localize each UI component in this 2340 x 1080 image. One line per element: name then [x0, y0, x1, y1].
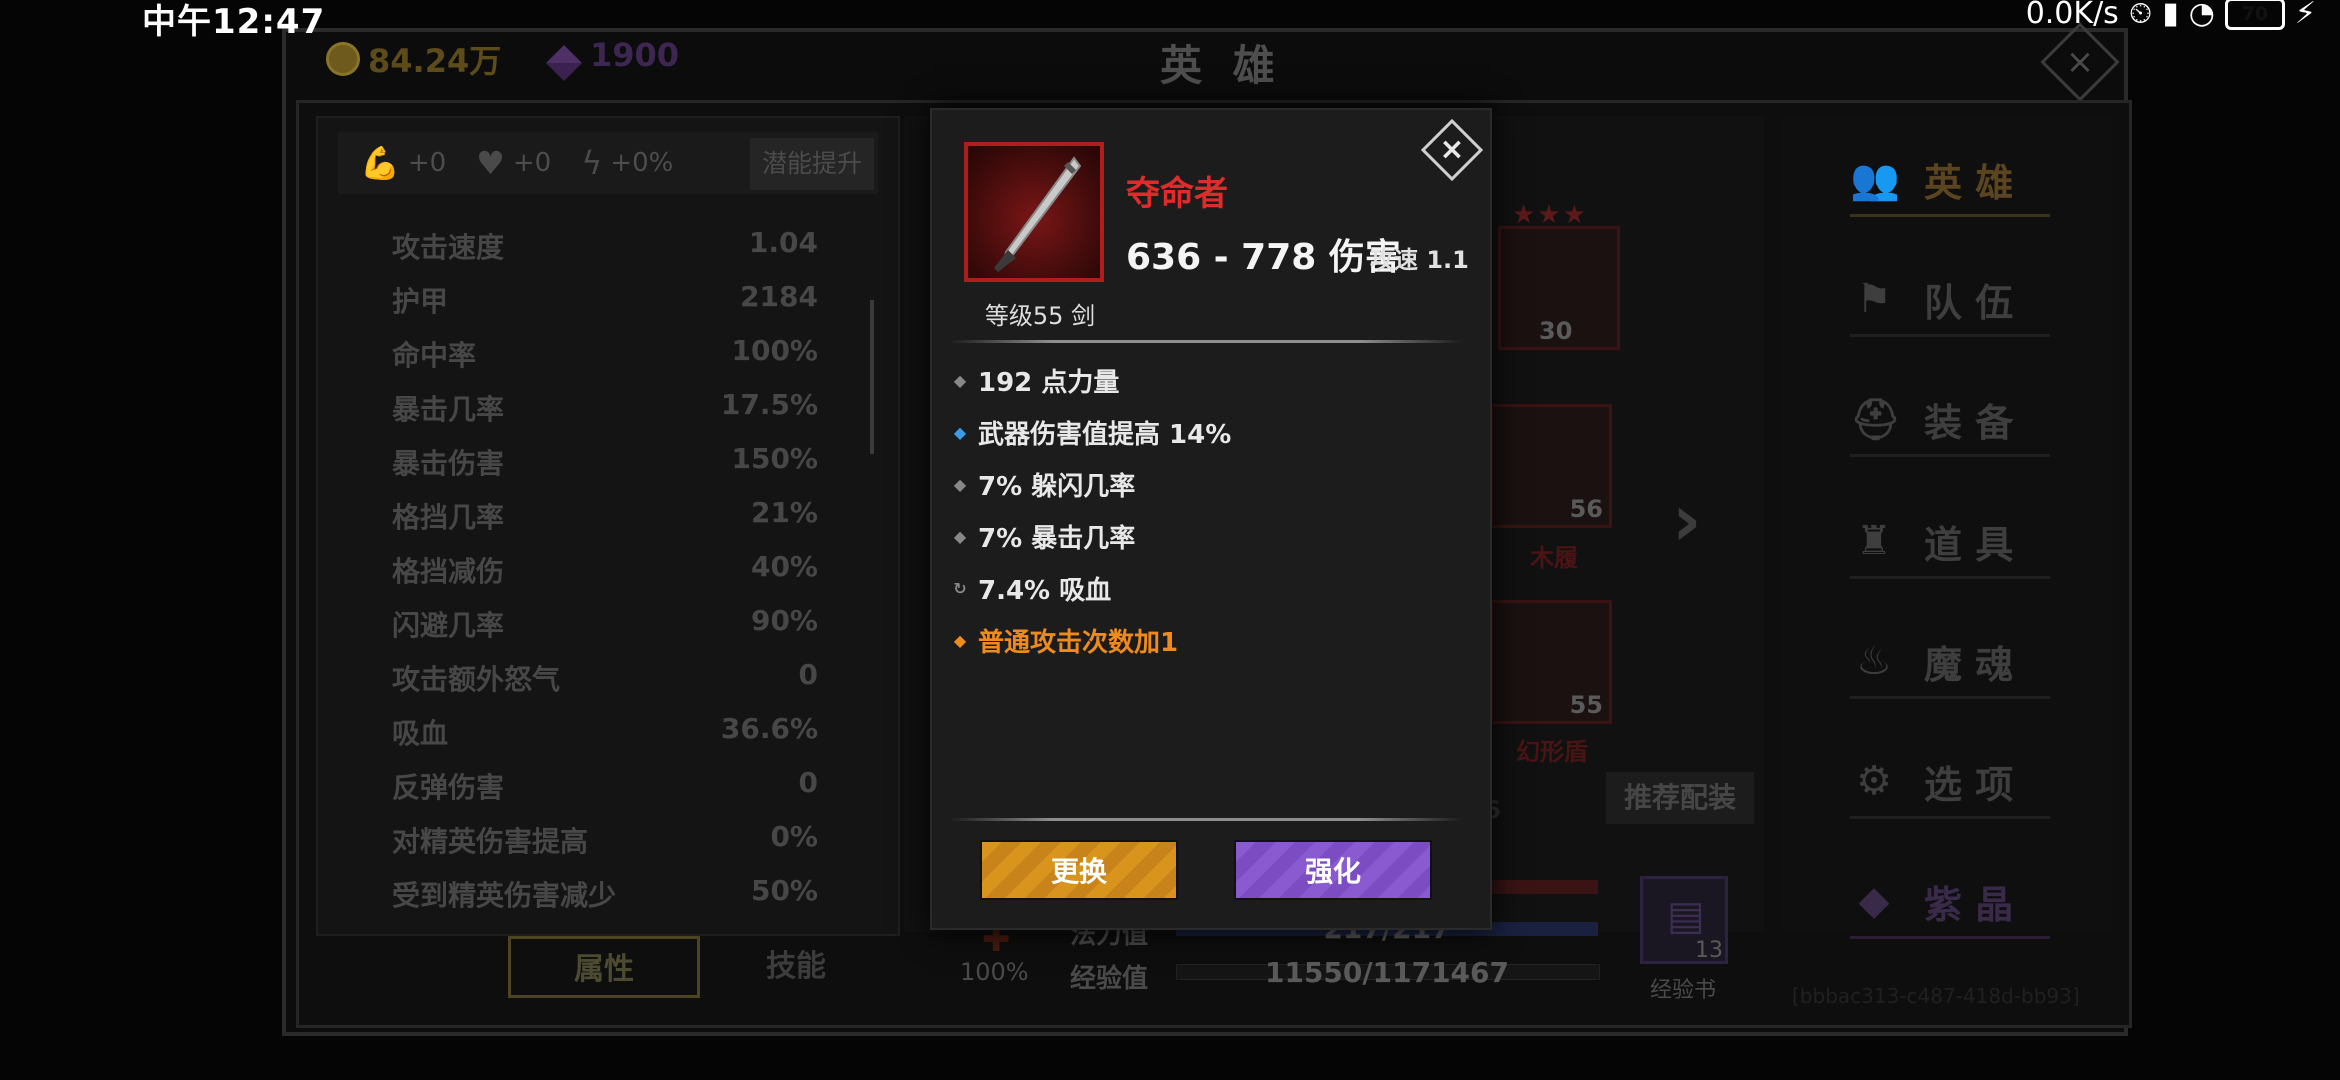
attr-line: ◆ 普通攻击次数加1 [953, 628, 1179, 658]
stat-row: 暴击几率 17.5% [392, 388, 818, 426]
gold-amount: 84.24万 [368, 42, 502, 80]
users-icon: 👥 [1850, 156, 1900, 203]
diamond-icon: ◆ [953, 527, 967, 546]
menu-soul[interactable]: ♨ 魔 魂 [1850, 626, 2050, 699]
gold-counter: 84.24万 [326, 36, 501, 82]
attr-line: ◆ 7% 暴击几率 [953, 524, 1136, 554]
stat-row: 护甲 2184 [392, 280, 818, 318]
weapon-attack-speed: 攻速 1.1 [1370, 246, 1469, 274]
menu-hero[interactable]: 👥 英 雄 [1850, 144, 2050, 217]
speed-buff: ϟ +0% [581, 144, 674, 182]
attr-line: ◆ 武器伤害值提高 14% [953, 420, 1232, 450]
gem-counter: 1900 [546, 36, 680, 81]
stats-scrollbar[interactable] [870, 300, 874, 454]
tab-skills[interactable]: 技能 [740, 936, 852, 998]
menu-team[interactable]: ⚑ 队 伍 [1850, 264, 2050, 337]
item-name: 木履 [1530, 544, 1578, 572]
helmet-icon: ⛑ [1850, 396, 1901, 443]
equipment-slot[interactable]: 56 [1490, 404, 1612, 528]
exp-book-item[interactable]: ▤ 13 [1640, 876, 1728, 964]
gem-amount: 1900 [590, 36, 680, 74]
lightning-icon: ϟ [581, 144, 603, 182]
enhance-button[interactable]: 强化 [1234, 840, 1432, 900]
charging-icon: ⚡ [2294, 0, 2316, 31]
exp-value: 11550/1171467 [1264, 956, 1509, 989]
weapon-icon [964, 142, 1104, 282]
menu-items[interactable]: ♜ 道 具 [1850, 506, 2050, 579]
status-bar: 中午12:47 0.0K/s ⏲ ▮ ◔ 70 ⚡ [0, 0, 2340, 42]
attr-line: ↻ 7.4% 吸血 [953, 576, 1112, 606]
diamond-icon: ◆ [953, 631, 967, 650]
stat-row: 对精英伤害提高 0% [392, 820, 818, 858]
strength-buff: 💪 +0 [360, 144, 447, 182]
diamond-icon: ◆ [953, 423, 967, 442]
next-arrow-icon[interactable]: › [1672, 478, 1702, 562]
flame-icon: ♨ [1856, 638, 1892, 684]
menu-equipment[interactable]: ⛑ 装 备 [1850, 384, 2050, 457]
debug-id: [bbbac313-c487-418d-bb93] [1792, 984, 2080, 1008]
recommend-gear-button[interactable]: 推荐配装 [1606, 772, 1754, 824]
refresh-icon: ↻ [953, 579, 967, 598]
stat-row: 受到精英伤害减少 50% [392, 874, 818, 912]
stat-row: 格挡减伤 40% [392, 550, 818, 588]
weapon-level: 等级55 剑 [984, 302, 1096, 330]
exp-book-label: 经验书 [1650, 978, 1717, 1003]
potential-button[interactable]: 潜能提升 [750, 138, 874, 190]
stat-row: 闪避几率 90% [392, 604, 818, 642]
replace-button[interactable]: 更换 [980, 840, 1178, 900]
stat-row: 暴击伤害 150% [392, 442, 818, 480]
status-right: 0.0K/s ⏲ ▮ ◔ 70 ⚡ [2026, 0, 2316, 31]
diamond-icon: ◆ [953, 475, 967, 494]
close-icon: × [1439, 132, 1465, 167]
weapon-damage: 636 - 778 伤害 [1126, 237, 1401, 278]
stat-row: 攻击额外怒气 0 [392, 658, 818, 696]
tab-attributes[interactable]: 属性 [508, 936, 700, 998]
gear-icon: ⚙ [1856, 758, 1892, 804]
diamond-icon: ◆ [953, 371, 967, 390]
signal-icon: ▮ [2162, 0, 2179, 31]
stat-row: 命中率 100% [392, 334, 818, 372]
attr-line: ◆ 7% 躲闪几率 [953, 472, 1136, 502]
divider [950, 818, 1462, 821]
attr-line: ◆ 192 点力量 [953, 368, 1120, 398]
net-speed: 0.0K/s [2025, 0, 2119, 31]
menu-options[interactable]: ⚙ 选 项 [1850, 746, 2050, 819]
close-icon: × [2065, 42, 2095, 82]
wifi-icon: ◔ [2188, 0, 2215, 31]
stat-row: 吸血 36.6% [392, 712, 818, 750]
page-title: 英 雄 [1160, 41, 1283, 90]
book-icon: ▤ [1667, 893, 1705, 939]
heart-icon: ♥ [476, 144, 505, 182]
battery-icon: 70 [2224, 0, 2285, 30]
stat-row: 反弹伤害 0 [392, 766, 818, 804]
crystal-icon: ◆ [1858, 878, 1890, 924]
weapon-name: 夺命者 [1126, 174, 1228, 214]
divider [950, 340, 1462, 343]
coin-icon [326, 42, 360, 76]
stat-row: 攻击速度 1.04 [392, 226, 818, 264]
item-name: 幻形盾 [1516, 738, 1588, 766]
status-time: 中午12:47 [142, 2, 326, 42]
health-buff: ♥ +0 [476, 144, 552, 182]
percent-label: 100% [960, 958, 1029, 986]
exp-label: 经验值 [1070, 964, 1149, 994]
stat-row: 格挡几率 21% [392, 496, 818, 534]
equipment-slot[interactable]: 55 [1490, 600, 1612, 724]
battery-level: 70 [2241, 2, 2269, 25]
menu-crystal[interactable]: ◆ 紫 晶 [1850, 866, 2050, 939]
flag-icon: ⚑ [1856, 276, 1892, 322]
alarm-icon: ⏲ [2128, 0, 2153, 31]
arm-icon: 💪 [360, 144, 400, 182]
bag-icon: ♜ [1856, 518, 1892, 564]
equipment-slot[interactable]: 30 [1498, 226, 1620, 350]
